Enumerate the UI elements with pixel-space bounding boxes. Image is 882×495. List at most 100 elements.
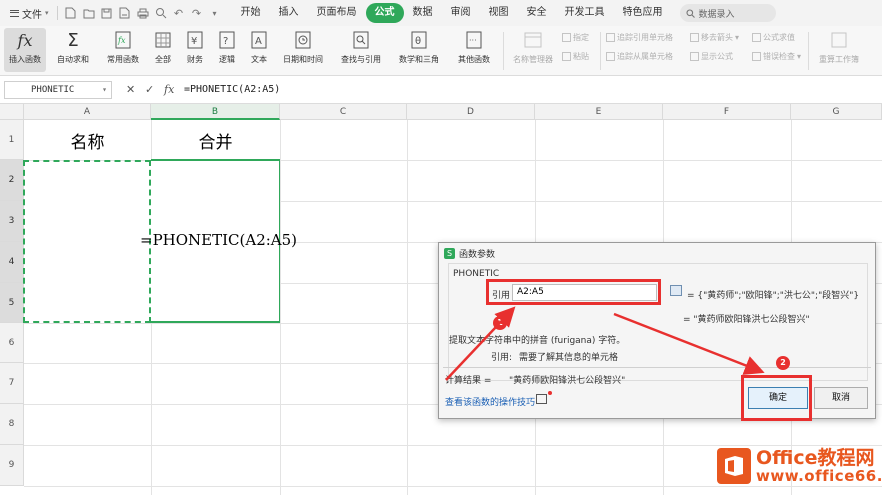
row-header-9[interactable]: 9 xyxy=(0,445,24,486)
calc-result-value: "黄药师欧阳锋洪七公段智兴" xyxy=(509,376,626,386)
dialog-titlebar[interactable]: S 函数参数 xyxy=(439,243,875,263)
save-icon[interactable] xyxy=(98,4,116,22)
chevron-down-icon: ▾ xyxy=(735,33,740,42)
tab-security[interactable]: 安全 xyxy=(518,3,556,23)
column-header-a[interactable]: A xyxy=(24,104,151,120)
row-header-2[interactable]: 2 xyxy=(0,160,24,201)
chevron-down-icon: ▾ xyxy=(45,9,49,17)
select-all-corner[interactable] xyxy=(0,104,24,120)
row-header-7[interactable]: 7 xyxy=(0,363,24,404)
trace-precedents-button[interactable]: 追踪引用单元格 xyxy=(606,32,673,43)
lookup-button[interactable]: 查找与引用 xyxy=(336,28,386,65)
error-check-button[interactable]: 错误检查 ▾ xyxy=(752,51,801,62)
tab-special[interactable]: 特色应用 xyxy=(614,3,672,23)
name-box[interactable]: PHONETIC ▾ xyxy=(4,81,112,99)
spreadsheet-app: 文件 ▾ ↶ ↷ ▾ 开始 插入 页面布局 公式 数据 审阅 视图 安全 开发工… xyxy=(0,0,882,495)
annotation-badge-2: 2 xyxy=(776,356,790,370)
row-header-3[interactable]: 3 xyxy=(0,201,24,242)
open-folder-icon[interactable] xyxy=(80,4,98,22)
tab-view[interactable]: 视图 xyxy=(480,3,518,23)
finance-button[interactable]: ¥ 财务 xyxy=(182,28,208,65)
chevron-down-icon: ▾ xyxy=(102,85,107,94)
cell-a1[interactable]: 名称 xyxy=(24,120,151,160)
column-header-g[interactable]: G xyxy=(791,104,882,120)
tab-home[interactable]: 开始 xyxy=(232,3,270,23)
undo-icon[interactable]: ↶ xyxy=(170,4,188,22)
autosum-button[interactable]: Σ 自动求和 xyxy=(50,28,96,65)
divider xyxy=(56,6,58,20)
row-header-6[interactable]: 6 xyxy=(0,323,24,363)
cancel-button[interactable]: 取消 xyxy=(814,387,868,409)
notification-dot xyxy=(548,391,552,395)
help-link[interactable]: 查看该函数的操作技巧 xyxy=(445,395,535,408)
recalc-icon xyxy=(827,28,851,52)
name-manager-icon xyxy=(521,28,545,52)
row-header-4[interactable]: 4 xyxy=(0,242,24,283)
name-manager-button[interactable]: 名称管理器 xyxy=(508,28,558,65)
search-box[interactable]: 数据录入 xyxy=(679,4,776,22)
trace-dependents-button[interactable]: 追踪从属单元格 xyxy=(606,51,673,62)
print-icon[interactable] xyxy=(134,4,152,22)
cancel-icon[interactable]: ✕ xyxy=(126,83,135,96)
text-icon: A xyxy=(247,28,271,52)
fx-icon[interactable]: fx xyxy=(164,83,174,96)
text-label: 文本 xyxy=(251,55,267,64)
math-button[interactable]: θ 数学和三角 xyxy=(394,28,444,65)
insert-function-button[interactable]: fx 插入函数 xyxy=(4,28,46,72)
tab-review[interactable]: 审阅 xyxy=(442,3,480,23)
row-header-1[interactable]: 1 xyxy=(0,120,24,160)
paste-icon xyxy=(562,52,571,61)
tab-insert[interactable]: 插入 xyxy=(270,3,308,23)
show-formulas-button[interactable]: 显示公式 xyxy=(690,51,733,62)
specify-button[interactable]: 指定 xyxy=(562,32,589,43)
text-functions-button[interactable]: A 文本 xyxy=(246,28,272,65)
confirm-icon[interactable]: ✓ xyxy=(145,83,154,96)
paste-name-button[interactable]: 粘贴 xyxy=(562,51,589,62)
insert-function-label: 插入函数 xyxy=(9,55,41,64)
search-icon xyxy=(685,8,695,18)
column-header-e[interactable]: E xyxy=(535,104,663,120)
cell-b1[interactable]: 合并 xyxy=(151,120,280,160)
common-functions-button[interactable]: fx 常用函数 xyxy=(100,28,146,65)
chevron-down-icon[interactable]: ▾ xyxy=(206,4,224,22)
column-header-d[interactable]: D xyxy=(407,104,535,120)
column-header-b[interactable]: B xyxy=(151,104,280,120)
office-logo-icon xyxy=(717,448,751,484)
logic-button[interactable]: ? 逻辑 xyxy=(214,28,240,65)
tab-developer[interactable]: 开发工具 xyxy=(556,3,614,23)
datetime-label: 日期和时间 xyxy=(283,55,323,64)
column-header-c[interactable]: C xyxy=(280,104,407,120)
datetime-button[interactable]: 日期和时间 xyxy=(278,28,328,65)
argument-help-text: 需要了解其信息的单元格 xyxy=(519,353,619,363)
file-menu-label: 文件 xyxy=(22,9,42,21)
tab-formulas[interactable]: 公式 xyxy=(365,3,404,23)
svg-text:A: A xyxy=(255,36,262,47)
collapse-dialog-icon[interactable] xyxy=(670,285,682,296)
other-functions-button[interactable]: ··· 其他函数 xyxy=(452,28,496,65)
trace-dependents-icon xyxy=(606,52,615,61)
all-functions-button[interactable]: 全部 xyxy=(150,28,176,65)
print-preview-icon[interactable] xyxy=(152,4,170,22)
lookup-label: 查找与引用 xyxy=(341,55,381,64)
formula-input[interactable]: =PHONETIC(A2:A5) xyxy=(184,81,874,99)
chevron-down-icon: ▾ xyxy=(797,52,802,61)
column-header-f[interactable]: F xyxy=(663,104,791,120)
row-header-8[interactable]: 8 xyxy=(0,404,24,445)
tab-page-layout[interactable]: 页面布局 xyxy=(308,3,366,23)
formula-eval-label: 公式求值 xyxy=(763,33,795,42)
formula-eval-button[interactable]: 公式求值 xyxy=(752,32,795,43)
tab-data[interactable]: 数据 xyxy=(404,3,442,23)
recalc-button[interactable]: 重算工作簿 xyxy=(814,28,864,65)
redo-icon[interactable]: ↷ xyxy=(188,4,206,22)
video-tutorial-icon[interactable] xyxy=(536,394,547,404)
row-header-5[interactable]: 5 xyxy=(0,283,24,323)
ribbon-tabs: 开始 插入 页面布局 公式 数据 审阅 视图 安全 开发工具 特色应用 xyxy=(232,3,672,23)
cell-b2-formula: =PHONETIC(A2:A5) xyxy=(140,231,298,249)
trace-dependents-label: 追踪从属单元格 xyxy=(617,52,673,61)
file-menu[interactable]: 文件 ▾ xyxy=(6,3,53,23)
logic-label: 逻辑 xyxy=(219,55,235,64)
remove-arrows-button[interactable]: 移去箭头 ▾ xyxy=(690,32,739,43)
formula-bar: PHONETIC ▾ ✕ ✓ fx =PHONETIC(A2:A5) xyxy=(0,76,882,104)
new-file-icon[interactable] xyxy=(62,4,80,22)
export-pdf-icon[interactable] xyxy=(116,4,134,22)
